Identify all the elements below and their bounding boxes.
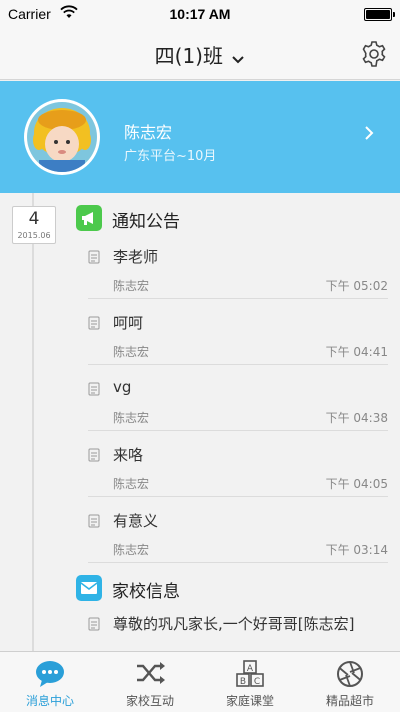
message-time: 下午 04:41 (325, 345, 388, 359)
message-title: vg (113, 378, 132, 396)
message-title: 有意义 (113, 512, 159, 530)
profile-name: 陈志宏 (124, 123, 173, 142)
list-item[interactable]: 来咯 陈志宏 下午 04:05 (88, 444, 388, 510)
svg-text:B: B (240, 677, 246, 687)
document-icon (88, 513, 100, 528)
list-item[interactable]: vg 陈志宏 下午 04:38 (88, 378, 388, 444)
profile-subtitle: 广东平台~10月 (124, 149, 217, 164)
divider (88, 496, 388, 497)
section-title: 家校信息 (112, 582, 180, 602)
document-icon (88, 616, 100, 631)
tab-label: 精品超市 (325, 694, 374, 708)
tab-bar: 消息中心 家校互动 A B C 家庭课堂 精品超市 (0, 651, 400, 712)
chevron-right-icon (364, 125, 374, 145)
message-sender: 陈志宏 (113, 411, 150, 425)
message-sender: 陈志宏 (113, 345, 150, 359)
page-title: 四(1)班 (154, 44, 223, 68)
settings-button[interactable] (360, 40, 388, 68)
message-sender: 陈志宏 (113, 477, 150, 491)
message-feed[interactable]: 4 2015.06 通知公告 李老师 陈志宏 下午 05:02 呵呵 陈志宏 下… (0, 193, 400, 651)
message-title: 李老师 (113, 248, 159, 266)
document-icon (88, 315, 100, 330)
tab-message-center[interactable]: 消息中心 (0, 652, 100, 712)
divider (88, 364, 388, 365)
message-title: 来咯 (113, 446, 144, 464)
document-icon (88, 249, 100, 264)
megaphone-icon (76, 205, 102, 231)
svg-text:C: C (254, 677, 260, 687)
profile-banner[interactable]: 陈志宏 广东平台~10月 (0, 81, 400, 193)
chevron-down-icon (231, 46, 245, 70)
timeline-line (32, 193, 34, 651)
message-time: 下午 03:14 (325, 543, 388, 557)
date-day: 4 (28, 209, 40, 229)
nav-bar: 四(1)班 (0, 28, 400, 80)
message-sender: 陈志宏 (113, 279, 150, 293)
tab-label: 家庭课堂 (225, 694, 274, 708)
list-item[interactable]: 李老师 陈志宏 下午 05:02 (88, 246, 388, 312)
message-title: 呵呵 (113, 314, 144, 332)
status-bar: Carrier 10:17 AM (0, 0, 400, 28)
class-selector[interactable]: 四(1)班 (0, 40, 400, 70)
battery-icon (364, 8, 395, 21)
tab-family-class[interactable]: A B C 家庭课堂 (200, 652, 300, 712)
tab-home-school[interactable]: 家校互动 (100, 652, 200, 712)
document-icon (88, 381, 100, 396)
date-badge: 4 2015.06 (12, 206, 56, 244)
date-year-month: 2015.06 (17, 231, 51, 240)
divider (88, 298, 388, 299)
divider (88, 562, 388, 563)
mail-icon (76, 575, 102, 601)
document-icon (88, 447, 100, 462)
clock: 10:17 AM (169, 6, 231, 22)
tab-label: 消息中心 (25, 694, 74, 708)
message-time: 下午 05:02 (325, 279, 388, 293)
message-sender: 陈志宏 (113, 543, 150, 557)
tab-label: 家校互动 (125, 694, 174, 708)
list-item[interactable]: 有意义 陈志宏 下午 03:14 (88, 510, 388, 576)
section-title: 通知公告 (112, 212, 180, 232)
tab-boutique-market[interactable]: 精品超市 (300, 652, 400, 712)
gear-icon (360, 41, 388, 72)
avatar (24, 99, 100, 175)
message-time: 下午 04:38 (325, 411, 388, 425)
divider (88, 430, 388, 431)
message-time: 下午 04:05 (325, 477, 388, 491)
list-item[interactable]: 呵呵 陈志宏 下午 04:41 (88, 312, 388, 378)
message-title: 尊敬的巩凡家长,一个好哥哥[陈志宏] (113, 615, 355, 633)
svg-text:A: A (247, 664, 254, 674)
